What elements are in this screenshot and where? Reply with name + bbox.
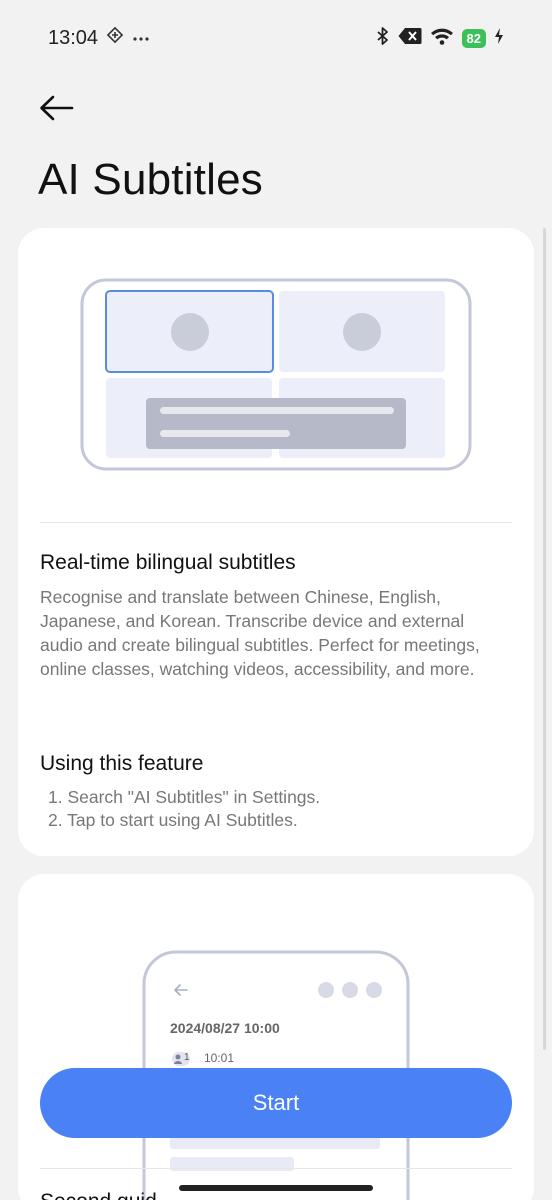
usage-step: 1. Search "AI Subtitles" in Settings. xyxy=(48,787,321,807)
home-indicator[interactable] xyxy=(179,1185,373,1191)
divider xyxy=(40,522,512,523)
scrollbar[interactable] xyxy=(543,228,546,1050)
mock-time: 10:01 xyxy=(204,1051,235,1065)
usage-steps: 1. Search "AI Subtitles" in Settings. 2.… xyxy=(48,786,320,832)
mock-speaker: 1 xyxy=(184,1052,190,1063)
mock-date: 2024/08/27 10:00 xyxy=(170,1020,280,1036)
second-guide-card: 2024/08/27 10:00 1 10:01 xyxy=(18,874,534,1200)
feature-card: Real-time bilingual subtitles Recognise … xyxy=(18,228,534,856)
charging-bolt-icon xyxy=(494,27,504,50)
mute-x-icon xyxy=(398,27,422,50)
arrow-left-icon xyxy=(40,95,74,121)
usage-step: 2. Tap to start using AI Subtitles. xyxy=(48,810,298,830)
feature-title: Real-time bilingual subtitles xyxy=(40,551,296,574)
back-button[interactable] xyxy=(34,86,78,130)
feature-description: Recognise and translate between Chinese,… xyxy=(40,587,480,679)
status-left-icons xyxy=(106,26,150,49)
navigation-diamond-icon xyxy=(106,26,124,49)
status-time: 13:04 xyxy=(48,27,99,49)
more-dots-icon xyxy=(132,29,150,47)
battery-icon: 82 xyxy=(461,29,486,48)
split-screen-video-call-illustration xyxy=(80,278,472,477)
second-guide-title: Second guid xyxy=(40,1190,157,1200)
divider xyxy=(40,1168,512,1169)
wifi-icon xyxy=(430,27,454,50)
usage-title: Using this feature xyxy=(40,752,204,775)
start-button[interactable]: Start xyxy=(40,1068,512,1138)
page-title: AI Subtitles xyxy=(38,155,263,204)
status-bar: 13:04 82 xyxy=(0,0,552,78)
bluetooth-icon xyxy=(376,26,390,51)
screen: 13:04 82 AI Subtitles Real-time bilingua… xyxy=(0,0,552,1200)
status-right-icons: 82 xyxy=(376,26,504,51)
